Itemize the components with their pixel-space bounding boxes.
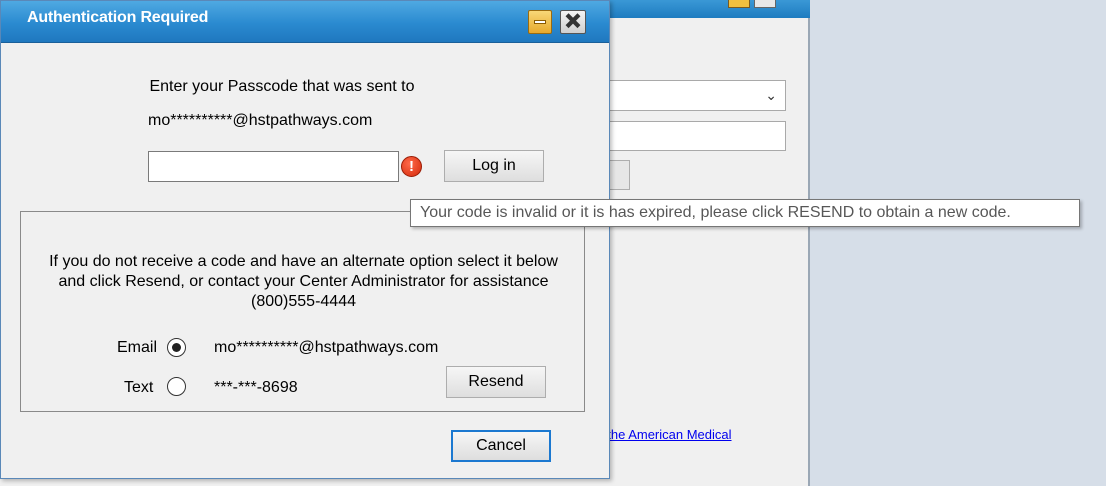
resend-button[interactable]: Resend — [446, 366, 546, 398]
text-option-label[interactable]: Text — [124, 379, 153, 397]
cancel-button[interactable]: Cancel — [451, 430, 551, 462]
email-radio[interactable] — [167, 338, 186, 357]
authentication-dialog: Authentication Required ✕ Enter your Pas… — [0, 0, 610, 479]
chevron-down-icon: ⌄ — [765, 87, 777, 103]
login-button[interactable]: Log in — [444, 150, 544, 182]
error-tooltip: Your code is invalid or it is has expire… — [410, 199, 1080, 227]
minimize-button[interactable] — [528, 10, 552, 34]
background-minimize-icon[interactable] — [728, 0, 750, 8]
text-option-value: ***-***-8698 — [214, 379, 298, 396]
passcode-input[interactable] — [148, 151, 399, 182]
passcode-prompt: Enter your Passcode that was sent to — [149, 78, 415, 95]
close-icon: ✕ — [564, 10, 582, 34]
error-exclamation-icon[interactable]: ! — [401, 156, 422, 177]
background-close-icon[interactable] — [754, 0, 776, 8]
email-option-label[interactable]: Email — [117, 339, 157, 357]
minimize-icon — [534, 20, 546, 24]
text-radio[interactable] — [167, 377, 186, 396]
alternate-options-info: If you do not receive a code and have an… — [49, 253, 558, 310]
close-button[interactable]: ✕ — [560, 10, 586, 34]
dialog-title: Authentication Required — [27, 9, 209, 26]
masked-email: mo**********@hstpathways.com — [148, 112, 373, 129]
dialog-titlebar[interactable]: Authentication Required ✕ — [1, 1, 609, 43]
background-link[interactable]: f the American Medical — [600, 427, 732, 442]
alternate-options-group: If you do not receive a code and have an… — [20, 211, 585, 412]
background-window-controls — [728, 0, 776, 8]
email-option-value: mo**********@hstpathways.com — [214, 339, 439, 356]
